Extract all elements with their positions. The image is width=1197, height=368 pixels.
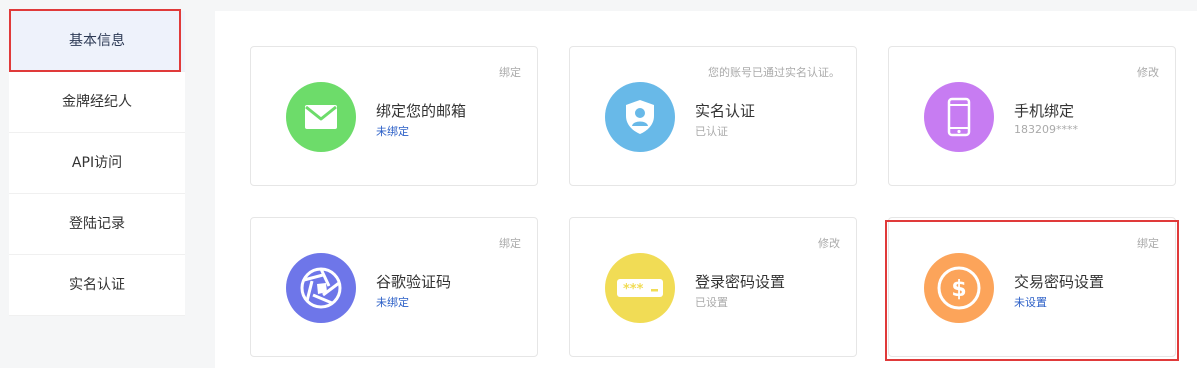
svg-text:$: $	[951, 277, 966, 302]
main-panel: 绑定 绑定您的邮箱 未绑定 您的账号已通过实名认证。 实名认证 已认证 修改 手…	[215, 11, 1197, 368]
shield-user-icon	[605, 82, 675, 152]
card-status: 未绑定	[376, 125, 409, 138]
sidebar-item-gold-broker[interactable]: 金牌经纪人	[9, 72, 185, 133]
card-title: 谷歌验证码	[376, 273, 452, 291]
password-icon: ***	[605, 253, 675, 323]
svg-text:***: ***	[623, 282, 644, 297]
sidebar-item-api-access[interactable]: API访问	[9, 133, 185, 194]
bind-trade-password-link[interactable]: 绑定	[1137, 235, 1159, 251]
account-settings-page: 基本信息 金牌经纪人 API访问 登陆记录 实名认证 绑定 绑定您的邮箱 未绑定…	[0, 0, 1197, 368]
card-login-password: 修改 *** 登录密码设置 已设置	[569, 217, 857, 357]
card-phone-binding: 修改 手机绑定 183209****	[888, 46, 1176, 186]
card-status: 未设置	[1014, 296, 1047, 309]
card-title: 手机绑定	[1014, 102, 1075, 120]
mobile-phone-icon	[924, 82, 994, 152]
card-status: 已认证	[695, 125, 728, 138]
card-status: 已设置	[695, 296, 728, 309]
card-trade-password: 绑定 $ 交易密码设置 未设置	[888, 217, 1176, 357]
card-title: 交易密码设置	[1014, 273, 1105, 291]
card-status: 未绑定	[376, 296, 409, 309]
card-title: 登录密码设置	[695, 273, 786, 291]
sidebar-item-login-records[interactable]: 登陆记录	[9, 194, 185, 255]
aperture-icon	[286, 253, 356, 323]
card-google-auth: 绑定 谷歌验证码 未绑定	[250, 217, 538, 357]
card-bind-email: 绑定 绑定您的邮箱 未绑定	[250, 46, 538, 186]
sidebar: 基本信息 金牌经纪人 API访问 登陆记录 实名认证	[9, 11, 185, 316]
modify-phone-link[interactable]: 修改	[1137, 64, 1159, 80]
card-real-name: 您的账号已通过实名认证。 实名认证 已认证	[569, 46, 857, 186]
card-title: 绑定您的邮箱	[376, 102, 467, 120]
bind-google-link[interactable]: 绑定	[499, 235, 521, 251]
envelope-icon	[286, 82, 356, 152]
verified-note: 您的账号已通过实名认证。	[708, 66, 840, 79]
card-title: 实名认证	[695, 102, 756, 120]
modify-login-password-link[interactable]: 修改	[818, 235, 840, 251]
sidebar-item-basic-info[interactable]: 基本信息	[9, 11, 185, 72]
sidebar-item-real-name[interactable]: 实名认证	[9, 255, 185, 316]
dollar-coin-icon: $	[924, 253, 994, 323]
card-status: 183209****	[1014, 123, 1078, 136]
bind-email-link[interactable]: 绑定	[499, 64, 521, 80]
